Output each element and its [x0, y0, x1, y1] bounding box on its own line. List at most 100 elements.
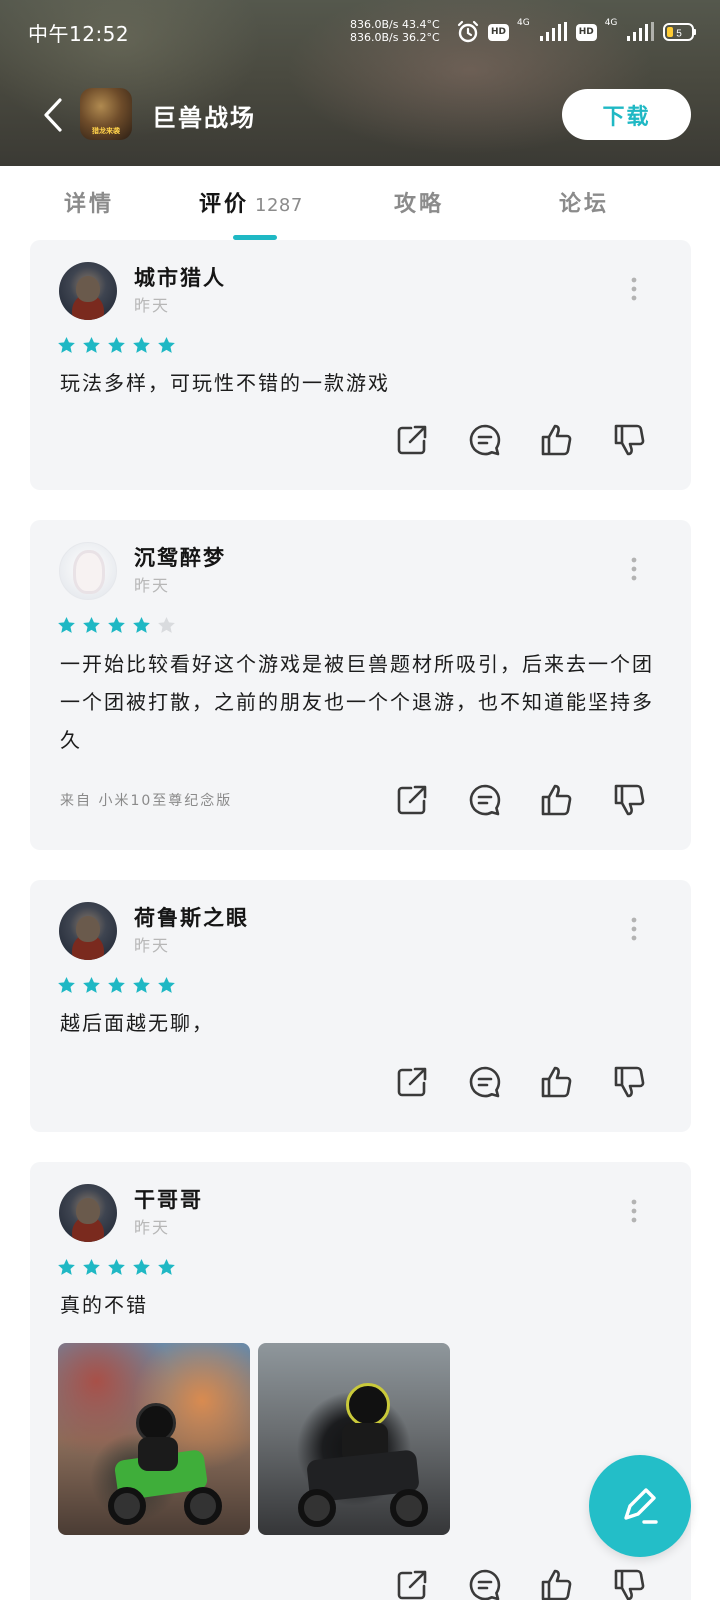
device-label: 来自 小米10至尊纪念版	[60, 793, 233, 809]
comment-icon[interactable]	[467, 422, 503, 458]
thumbs-down-icon[interactable]	[612, 422, 648, 458]
network-type-label-2: 4G	[604, 18, 618, 28]
battery-icon: 5	[663, 23, 697, 41]
motorcycle-illustration	[294, 1383, 434, 1533]
motorcycle-illustration	[98, 1403, 228, 1533]
tab-bar: 详情 评价 1287 攻略 论坛	[0, 166, 720, 240]
status-time: 中午12:52	[28, 22, 130, 46]
comment-icon[interactable]	[467, 782, 503, 818]
thumbs-down-icon[interactable]	[612, 1567, 648, 1600]
star-filled-icon	[133, 976, 150, 993]
star-rating	[57, 336, 176, 358]
star-filled-icon	[133, 616, 150, 633]
thumbs-up-icon[interactable]	[539, 1064, 575, 1100]
star-filled-icon	[58, 616, 75, 633]
tab-forum[interactable]: 论坛	[559, 186, 609, 218]
share-icon[interactable]	[394, 422, 430, 458]
pen-icon	[624, 1488, 658, 1524]
avatar[interactable]	[59, 262, 117, 320]
thumbs-up-icon[interactable]	[539, 782, 575, 818]
review-card: 干哥哥 昨天 真的不错	[30, 1162, 691, 1600]
comment-icon[interactable]	[467, 1567, 503, 1600]
star-filled-icon	[58, 1258, 75, 1275]
comment-icon[interactable]	[467, 1064, 503, 1100]
hd-voice-badge-2: HD	[575, 23, 597, 41]
star-filled-icon	[58, 976, 75, 993]
alarm-icon	[457, 20, 479, 43]
star-filled-icon	[58, 336, 75, 353]
avatar[interactable]	[59, 902, 117, 960]
share-icon[interactable]	[394, 1064, 430, 1100]
star-rating	[57, 616, 176, 638]
star-rating	[57, 976, 176, 998]
review-time: 昨天	[134, 1218, 171, 1237]
top-bar: 猎龙来袭 巨兽战场 下载	[0, 84, 720, 146]
tab-guides[interactable]: 攻略	[394, 186, 444, 218]
avatar[interactable]	[59, 1184, 117, 1242]
tab-reviews-count: 1287	[255, 195, 303, 216]
thumbs-down-icon[interactable]	[612, 782, 648, 818]
share-icon[interactable]	[394, 1567, 430, 1600]
review-actions	[394, 1064, 654, 1104]
cell-signal-icon-2	[627, 22, 655, 41]
write-review-button[interactable]	[589, 1455, 691, 1557]
network-type-label: 4G	[517, 18, 530, 28]
review-text: 越后面越无聊，	[60, 1011, 214, 1035]
review-text: 玩法多样，可玩性不错的一款游戏	[60, 371, 390, 395]
review-username[interactable]: 荷鲁斯之眼	[134, 902, 249, 932]
star-filled-icon	[83, 336, 100, 353]
net-speed-line-1: 836.0B/s 43.4°C	[350, 18, 440, 31]
star-filled-icon	[108, 976, 125, 993]
star-filled-icon	[108, 616, 125, 633]
cell-signal-icon	[539, 22, 567, 41]
star-filled-icon	[83, 976, 100, 993]
review-username[interactable]: 沉鸳醉梦	[134, 542, 226, 572]
review-text: 一开始比较看好这个游戏是被巨兽题材所吸引，后来去一个团一个团被打散，之前的朋友也…	[60, 652, 654, 752]
avatar[interactable]	[59, 542, 117, 600]
app-title: 巨兽战场	[152, 104, 256, 132]
more-vertical-icon[interactable]	[628, 276, 640, 302]
star-filled-icon	[133, 1258, 150, 1275]
back-arrow-icon[interactable]	[38, 96, 68, 134]
more-vertical-icon[interactable]	[628, 916, 640, 942]
tab-reviews-label: 评价	[199, 192, 250, 217]
review-card: 荷鲁斯之眼 昨天 越后面越无聊，	[30, 880, 691, 1132]
star-rating	[57, 1258, 176, 1280]
star-filled-icon	[108, 336, 125, 353]
more-vertical-icon[interactable]	[628, 1198, 640, 1224]
status-icons: HD 4G HD 4G 5	[456, 17, 697, 47]
app-header: 中午12:52 836.0B/s 43.4°C 836.0B/s 36.2°C …	[0, 0, 720, 166]
star-filled-icon	[83, 1258, 100, 1275]
review-time: 昨天	[134, 296, 171, 315]
network-speed: 836.0B/s 43.4°C 836.0B/s 36.2°C	[350, 18, 440, 44]
review-actions	[394, 422, 654, 462]
star-filled-icon	[158, 1258, 175, 1275]
star-filled-icon	[83, 616, 100, 633]
review-card: 沉鸳醉梦 昨天 一开始比较看好这个游戏是被巨兽题材所吸引，后来去一个团一个团被打…	[30, 520, 691, 850]
star-filled-icon	[158, 976, 175, 993]
battery-level: 5	[677, 29, 683, 40]
review-time: 昨天	[134, 576, 171, 595]
thumbs-down-icon[interactable]	[612, 1064, 648, 1100]
share-icon[interactable]	[394, 782, 430, 818]
star-filled-icon	[108, 1258, 125, 1275]
review-text: 真的不错	[60, 1293, 148, 1317]
status-bar: 中午12:52 836.0B/s 43.4°C 836.0B/s 36.2°C …	[0, 0, 720, 62]
tab-details[interactable]: 详情	[64, 186, 114, 218]
download-button[interactable]: 下载	[562, 89, 691, 140]
review-photo[interactable]	[58, 1343, 250, 1535]
net-speed-line-2: 836.0B/s 36.2°C	[350, 31, 440, 44]
app-icon: 猎龙来袭	[80, 88, 132, 140]
review-username[interactable]: 干哥哥	[134, 1184, 203, 1214]
review-card: 城市猎人 昨天 玩法多样，可玩性不错的一款游戏	[30, 240, 691, 490]
star-filled-icon	[133, 336, 150, 353]
tab-reviews[interactable]: 评价 1287	[199, 186, 303, 218]
review-photo[interactable]	[258, 1343, 450, 1535]
thumbs-up-icon[interactable]	[539, 422, 575, 458]
thumbs-up-icon[interactable]	[539, 1567, 575, 1600]
review-username[interactable]: 城市猎人	[134, 262, 226, 292]
review-actions	[394, 782, 654, 822]
app-icon-text: 猎龙来袭	[92, 127, 120, 135]
more-vertical-icon[interactable]	[628, 556, 640, 582]
star-empty-icon	[158, 616, 175, 633]
